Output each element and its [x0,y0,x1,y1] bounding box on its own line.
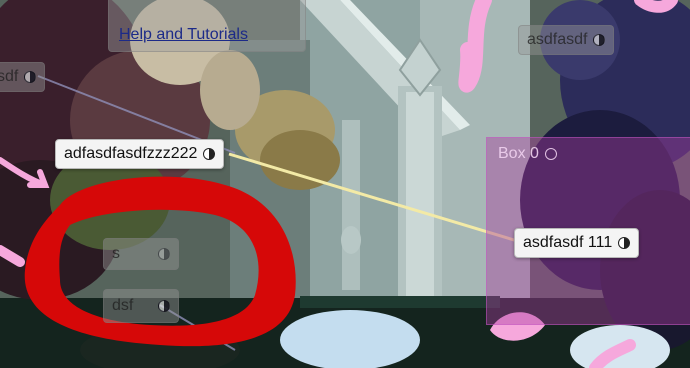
box-0-toggle-icon[interactable] [544,148,557,160]
box-0-header: Box 0 [498,145,557,163]
half-moon-icon[interactable] [618,237,631,249]
help-tutorials-link[interactable]: Help and Tutorials [119,26,248,44]
node-label: asdfasdf 111 [523,234,613,251]
pink-scribble-top [458,0,492,93]
canvas[interactable]: Help and Tutorials Box 0 asdfasdf sdf ad… [0,0,690,368]
node-adfasdfasdfzzz222[interactable]: adfasdfasdfzzz222 [55,139,225,169]
node-asdfasdf-top[interactable]: asdfasdf [518,25,615,55]
half-moon-icon[interactable] [24,71,37,83]
box-0-title: Box 0 [498,145,539,162]
half-moon-icon[interactable] [593,34,606,46]
node-label: s [112,245,120,262]
half-moon-icon[interactable] [158,300,170,312]
node-s[interactable]: s [103,238,179,270]
pink-arrow-left [0,157,50,188]
node-label: dsf [112,297,134,314]
pink-scribble-left [0,245,25,267]
node-label: asdfasdf [527,31,588,48]
node-dsf[interactable]: dsf [103,289,179,323]
node-sdf-left[interactable]: sdf [0,62,46,92]
node-label: sdf [0,68,19,85]
pink-scribble-bottom [589,339,636,368]
half-moon-icon[interactable] [158,248,170,260]
help-menu-panel: Help and Tutorials [108,0,306,52]
half-moon-icon[interactable] [203,148,216,160]
node-asdfasdf-111[interactable]: asdfasdf 111 [514,228,640,258]
pink-scribble-topright [634,0,678,13]
node-label: adfasdfasdfzzz222 [64,145,198,162]
